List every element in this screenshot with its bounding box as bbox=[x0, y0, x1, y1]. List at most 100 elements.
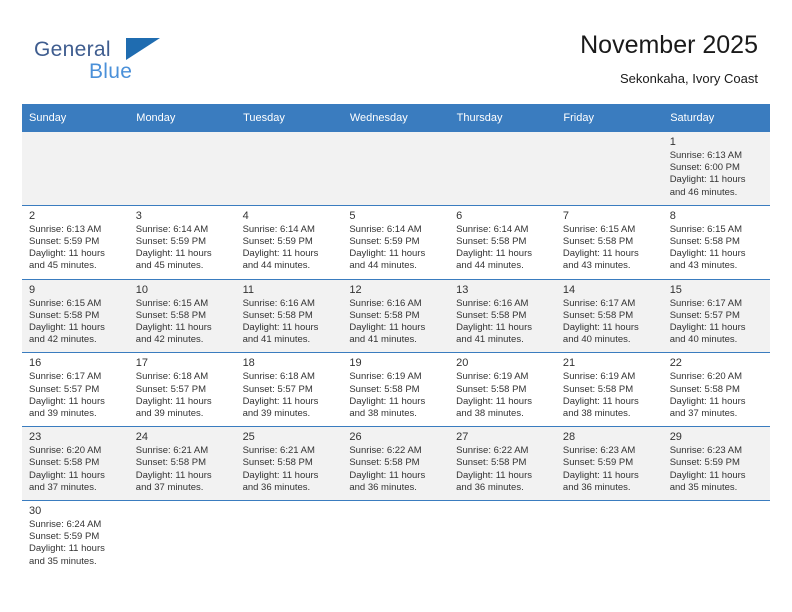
calendar-day-cell[interactable]: 13 Sunrise: 6:16 AM Sunset: 5:58 PM Dayligh… bbox=[449, 278, 556, 353]
day-detail-line: Sunrise: 6:22 AM bbox=[456, 445, 529, 457]
day-detail-line: Sunset: 5:57 PM bbox=[135, 383, 207, 395]
calendar-week-row: 16 Sunrise: 6:17 AM Sunset: 5:57 PM Dayligh… bbox=[22, 352, 770, 427]
day-detail-line: Sunset: 5:57 PM bbox=[669, 309, 740, 321]
calendar-day-cell[interactable]: 20 Sunrise: 6:19 AM Sunset: 5:58 PM Dayligh… bbox=[449, 352, 556, 427]
day-detail-line: Sunset: 5:58 PM bbox=[562, 236, 634, 248]
day-detail-line: and 39 minutes. bbox=[29, 408, 97, 420]
calendar-day-cell[interactable]: 14 Sunrise: 6:17 AM Sunset: 5:58 PM Dayligh… bbox=[555, 278, 663, 353]
calendar-day-cell[interactable]: 2 Sunrise: 6:13 AM Sunset: 5:59 PM Daylight… bbox=[22, 204, 129, 280]
day-detail-line: and 40 minutes. bbox=[562, 334, 631, 346]
calendar-day-cell[interactable]: 29 Sunrise: 6:23 AM Sunset: 5:59 PM Dayligh… bbox=[662, 426, 770, 501]
calendar-day-cell[interactable]: 7 Sunrise: 6:15 AM Sunset: 5:58 PM Daylight… bbox=[555, 204, 663, 280]
calendar-day-cell[interactable]: 12 Sunrise: 6:16 AM Sunset: 5:58 PM Dayligh… bbox=[342, 278, 450, 353]
day-number: 16 bbox=[29, 357, 42, 370]
calendar-day-cell[interactable]: 22 Sunrise: 6:20 AM Sunset: 5:58 PM Dayligh… bbox=[662, 352, 770, 427]
flag-icon bbox=[126, 38, 160, 60]
day-number: 1 bbox=[669, 136, 676, 148]
day-detail-line: Sunset: 5:58 PM bbox=[29, 309, 100, 321]
calendar-day-cell[interactable]: 8 Sunrise: 6:15 AM Sunset: 5:58 PM Daylight… bbox=[662, 204, 770, 280]
calendar-day-cell[interactable]: 6 Sunrise: 6:14 AM Sunset: 5:58 PM Daylight… bbox=[449, 204, 556, 280]
day-detail-line: Sunset: 5:58 PM bbox=[349, 383, 420, 395]
day-number: 10 bbox=[135, 283, 149, 296]
calendar-day-cell[interactable]: 26 Sunrise: 6:22 AM Sunset: 5:58 PM Dayligh… bbox=[342, 426, 450, 501]
calendar-day-cell[interactable]: 11 Sunrise: 6:16 AM Sunset: 5:58 PM Dayligh… bbox=[235, 278, 343, 353]
day-detail-line: and 41 minutes. bbox=[456, 334, 524, 346]
calendar-body: 1 Sunrise: 6:13 AM Sunset: 6:00 PM Daylight… bbox=[22, 131, 770, 574]
calendar-day-cell[interactable]: 17 Sunrise: 6:18 AM Sunset: 5:57 PM Dayligh… bbox=[128, 352, 236, 427]
day-detail-line: and 42 minutes. bbox=[29, 334, 97, 346]
calendar-empty-cell bbox=[555, 131, 663, 206]
calendar-day-cell[interactable]: 24 Sunrise: 6:21 AM Sunset: 5:58 PM Dayligh… bbox=[128, 426, 236, 501]
day-detail-line: Sunrise: 6:15 AM bbox=[669, 223, 743, 235]
day-detail-line: Sunrise: 6:13 AM bbox=[669, 150, 743, 161]
day-detail-line: Sunrise: 6:22 AM bbox=[349, 445, 422, 457]
calendar-day-cell[interactable]: 1 Sunrise: 6:13 AM Sunset: 6:00 PM Daylight… bbox=[662, 131, 770, 206]
day-detail-line: Daylight: 11 hours bbox=[135, 395, 212, 407]
calendar-day-cell[interactable]: 5 Sunrise: 6:14 AM Sunset: 5:59 PM Daylight… bbox=[342, 204, 450, 280]
weekday-header-row: Sunday Monday Tuesday Wednesday Thursday… bbox=[22, 104, 770, 132]
day-detail-line: Sunset: 5:58 PM bbox=[562, 309, 634, 321]
day-number: 24 bbox=[135, 431, 149, 444]
calendar-day-cell[interactable]: 9 Sunrise: 6:15 AM Sunset: 5:58 PM Daylight… bbox=[22, 278, 129, 353]
day-detail-line: Sunrise: 6:16 AM bbox=[242, 297, 315, 309]
day-detail-line: Daylight: 11 hours bbox=[456, 469, 532, 481]
calendar-day-cell[interactable]: 4 Sunrise: 6:14 AM Sunset: 5:59 PM Daylight… bbox=[235, 204, 343, 280]
day-detail-line: and 38 minutes. bbox=[349, 408, 417, 420]
day-number: 28 bbox=[562, 431, 576, 444]
day-detail-line: and 35 minutes. bbox=[29, 555, 97, 567]
day-detail-line: Daylight: 11 hours bbox=[135, 248, 212, 260]
day-detail-line: and 43 minutes. bbox=[562, 260, 631, 272]
day-number: 9 bbox=[29, 283, 36, 296]
day-number: 27 bbox=[456, 431, 469, 444]
day-detail-line: Daylight: 11 hours bbox=[669, 395, 746, 407]
calendar-day-cell[interactable]: 21 Sunrise: 6:19 AM Sunset: 5:58 PM Dayligh… bbox=[555, 352, 663, 427]
calendar-day-cell[interactable]: 27 Sunrise: 6:22 AM Sunset: 5:58 PM Dayligh… bbox=[449, 426, 556, 501]
day-detail-line: Sunset: 5:58 PM bbox=[135, 457, 207, 469]
day-detail-line: and 39 minutes. bbox=[242, 408, 311, 420]
day-detail-line: and 41 minutes. bbox=[349, 334, 417, 346]
day-detail-line: Daylight: 11 hours bbox=[242, 248, 319, 260]
day-number: 29 bbox=[669, 431, 682, 444]
day-number: 11 bbox=[242, 283, 254, 296]
calendar-day-cell[interactable]: 18 Sunrise: 6:18 AM Sunset: 5:57 PM Dayligh… bbox=[235, 352, 343, 427]
calendar-day-cell[interactable]: 19 Sunrise: 6:19 AM Sunset: 5:58 PM Dayligh… bbox=[342, 352, 450, 427]
calendar-day-cell[interactable]: 10 Sunrise: 6:15 AM Sunset: 5:58 PM Dayligh… bbox=[128, 278, 236, 353]
day-detail-line: and 45 minutes. bbox=[135, 260, 204, 272]
weekday-header-sunday: Sunday bbox=[22, 104, 130, 132]
day-detail-line: Sunset: 5:58 PM bbox=[29, 457, 100, 469]
day-detail-line: Daylight: 11 hours bbox=[669, 322, 746, 334]
brand-logo[interactable]: General Blue bbox=[34, 38, 214, 90]
day-detail-line: Sunrise: 6:21 AM bbox=[242, 445, 315, 457]
day-detail-line: Sunrise: 6:15 AM bbox=[562, 223, 636, 235]
calendar-day-cell[interactable]: 3 Sunrise: 6:14 AM Sunset: 5:59 PM Daylight… bbox=[128, 204, 236, 280]
calendar-day-cell[interactable]: 16 Sunrise: 6:17 AM Sunset: 5:57 PM Dayligh… bbox=[22, 352, 129, 427]
calendar-day-cell[interactable]: 30 Sunrise: 6:24 AM Sunset: 5:59 PM Dayligh… bbox=[22, 500, 129, 574]
day-number: 23 bbox=[29, 431, 42, 444]
day-detail-line: Sunrise: 6:20 AM bbox=[669, 371, 743, 383]
day-detail-line: Sunset: 5:59 PM bbox=[349, 236, 420, 248]
calendar-week-row: 30 Sunrise: 6:24 AM Sunset: 5:59 PM Dayligh… bbox=[22, 500, 770, 574]
day-number: 17 bbox=[135, 357, 149, 370]
day-detail-line: Sunrise: 6:13 AM bbox=[29, 223, 102, 235]
calendar-day-cell[interactable]: 25 Sunrise: 6:21 AM Sunset: 5:58 PM Dayligh… bbox=[235, 426, 343, 501]
calendar-empty-cell bbox=[449, 131, 556, 206]
day-detail-line: Sunrise: 6:17 AM bbox=[29, 371, 102, 383]
day-number: 6 bbox=[456, 209, 463, 222]
calendar-empty-cell bbox=[235, 131, 343, 206]
day-detail-line: and 37 minutes. bbox=[669, 408, 738, 420]
calendar-day-cell[interactable]: 28 Sunrise: 6:23 AM Sunset: 5:59 PM Dayligh… bbox=[555, 426, 663, 501]
day-detail-line: Sunrise: 6:19 AM bbox=[349, 371, 422, 383]
calendar-page: General Blue November 2025 Sekonkaha, Iv… bbox=[0, 0, 792, 612]
day-detail-line: Sunset: 5:57 PM bbox=[242, 383, 313, 395]
calendar-day-cell[interactable]: 15 Sunrise: 6:17 AM Sunset: 5:57 PM Dayligh… bbox=[662, 278, 770, 353]
calendar-day-cell[interactable]: 23 Sunrise: 6:20 AM Sunset: 5:58 PM Dayligh… bbox=[22, 426, 129, 501]
day-detail-line: Sunrise: 6:14 AM bbox=[456, 223, 529, 235]
day-detail-line: Sunset: 5:58 PM bbox=[456, 457, 527, 469]
day-number: 5 bbox=[349, 209, 356, 222]
day-detail-line: Daylight: 11 hours bbox=[669, 174, 746, 186]
day-number: 21 bbox=[562, 357, 576, 370]
day-number: 3 bbox=[135, 209, 142, 222]
day-detail-line: and 37 minutes. bbox=[135, 481, 204, 493]
day-detail-line: Sunrise: 6:21 AM bbox=[135, 445, 209, 457]
calendar-empty-cell bbox=[128, 500, 236, 574]
